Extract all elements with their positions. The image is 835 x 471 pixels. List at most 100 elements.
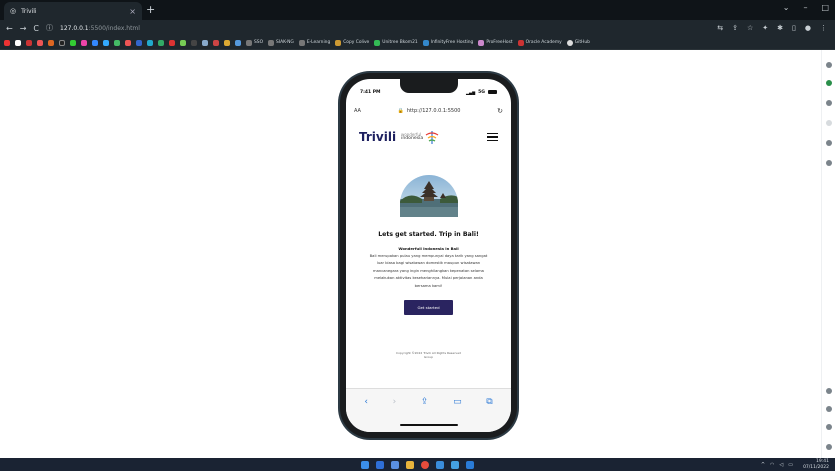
bookmark-icon[interactable] bbox=[224, 39, 230, 46]
site-footer: Copyright ©2022 Trivili All Rights Reser… bbox=[346, 351, 511, 359]
bookmark-item[interactable]: InfinityFree Hosting bbox=[422, 39, 474, 46]
wonderful-indonesia-logo: wonderful indonesia bbox=[401, 129, 439, 145]
bookmark-item[interactable]: Oracle Academy bbox=[517, 39, 562, 46]
window-controls: ⌄ – □ bbox=[783, 3, 829, 12]
share-icon[interactable]: ⇪ bbox=[421, 397, 429, 407]
browser-tab[interactable]: ◎ Trivili × bbox=[4, 2, 142, 20]
side-panel-icon[interactable] bbox=[826, 160, 832, 166]
folder-icon bbox=[268, 39, 275, 46]
system-tray: ^ ◠ ◁ ▭ bbox=[761, 462, 793, 468]
share-icon[interactable]: ⇪ bbox=[732, 24, 738, 32]
bookmark-label: ProFreeHost bbox=[486, 40, 513, 45]
side-panel-icon[interactable] bbox=[826, 100, 832, 106]
address-bar[interactable]: 127.0.0.1:5500/index.html bbox=[60, 25, 140, 32]
url-path: :5500/index.html bbox=[88, 24, 140, 32]
bookmark-icon[interactable] bbox=[92, 39, 98, 46]
bookmark-icon[interactable] bbox=[147, 39, 153, 46]
side-panel-icon[interactable] bbox=[826, 80, 832, 86]
forward-icon[interactable]: → bbox=[20, 24, 27, 33]
gear-icon[interactable] bbox=[826, 444, 832, 450]
bookmark-label: InfinityFree Hosting bbox=[430, 40, 474, 45]
minimize-button[interactable]: – bbox=[803, 3, 807, 12]
bookmark-icon[interactable] bbox=[15, 39, 21, 46]
bookmark-item[interactable]: Unitree Bkom21 bbox=[374, 39, 418, 46]
bookmark-icon[interactable] bbox=[125, 39, 131, 46]
file-explorer-icon[interactable] bbox=[406, 460, 414, 469]
side-panel-icon[interactable] bbox=[826, 120, 832, 126]
bookmark-icon[interactable] bbox=[136, 39, 142, 46]
profile-icon[interactable]: ● bbox=[805, 24, 811, 32]
bookmark-icon[interactable] bbox=[180, 39, 186, 46]
bookmark-icon[interactable] bbox=[114, 39, 120, 46]
vscode-icon[interactable] bbox=[436, 460, 444, 469]
get-started-button[interactable]: Get started bbox=[404, 300, 453, 316]
home-indicator bbox=[399, 423, 458, 426]
side-panel-icon[interactable] bbox=[826, 406, 832, 412]
bookmark-item[interactable]: GitHub bbox=[566, 39, 590, 46]
wifi-icon[interactable]: ◠ bbox=[770, 462, 774, 468]
bookmark-label: E-Learning bbox=[306, 40, 331, 45]
bookmark-icon[interactable] bbox=[81, 39, 87, 46]
info-icon[interactable]: ⓘ bbox=[46, 23, 53, 33]
close-tab-icon[interactable]: × bbox=[129, 7, 136, 16]
apps-icon[interactable] bbox=[4, 39, 10, 46]
bookmark-icon[interactable] bbox=[48, 39, 54, 46]
network-type: 5G bbox=[478, 89, 485, 95]
battery-icon[interactable]: ▭ bbox=[788, 462, 793, 468]
phone-screen: 7:41 PM ▂▄▆ 5G AA 🔒 http://127.0.0.1:5500… bbox=[346, 79, 511, 432]
bookmark-icon[interactable] bbox=[103, 39, 109, 46]
bookmark-label: Copy Colive bbox=[343, 40, 370, 45]
bookmark-icon[interactable] bbox=[213, 39, 219, 46]
bookmark-icon[interactable] bbox=[37, 39, 43, 46]
bookmark-item[interactable]: SSO bbox=[246, 39, 263, 46]
bookmark-icon[interactable] bbox=[70, 39, 76, 46]
extension-icon[interactable]: ✦ bbox=[762, 24, 768, 32]
search-icon[interactable] bbox=[376, 460, 384, 469]
app-icon[interactable] bbox=[451, 460, 459, 469]
bookmark-icon[interactable] bbox=[158, 39, 164, 46]
bookmark-icon[interactable] bbox=[59, 39, 65, 46]
tabs-icon[interactable]: ⧉ bbox=[486, 397, 492, 407]
sidebar-icon[interactable]: ▯ bbox=[792, 24, 796, 32]
side-panel-icon[interactable] bbox=[826, 388, 832, 394]
puzzle-icon[interactable]: ✱ bbox=[777, 24, 783, 32]
hamburger-menu-icon[interactable] bbox=[487, 131, 498, 144]
menu-icon[interactable]: ⋮ bbox=[820, 24, 827, 32]
text-size-button[interactable]: AA bbox=[354, 108, 361, 114]
bookmark-icon[interactable] bbox=[169, 39, 175, 46]
forward-icon[interactable]: › bbox=[393, 397, 397, 407]
site-logo[interactable]: Trivili bbox=[359, 130, 396, 144]
back-icon[interactable]: ← bbox=[6, 24, 13, 33]
safari-address-bar[interactable]: AA 🔒 http://127.0.0.1:5500 ↻ bbox=[354, 105, 503, 117]
reload-icon[interactable]: C bbox=[33, 24, 39, 33]
bookmark-item[interactable]: E-Learning bbox=[298, 39, 331, 46]
volume-icon[interactable]: ◁ bbox=[779, 462, 783, 468]
back-icon[interactable]: ‹ bbox=[364, 397, 368, 407]
task-view-icon[interactable] bbox=[391, 460, 399, 469]
chevron-up-icon[interactable]: ^ bbox=[761, 462, 765, 468]
clock[interactable]: 19:41 07/11/2022 bbox=[803, 459, 829, 470]
footer-link[interactable]: Group bbox=[346, 355, 511, 359]
chrome-icon[interactable] bbox=[421, 460, 429, 469]
new-tab-button[interactable]: + bbox=[146, 4, 155, 15]
bookmark-item[interactable]: Copy Colive bbox=[335, 39, 370, 46]
chevron-down-icon[interactable]: ⌄ bbox=[783, 3, 790, 12]
bookmark-item[interactable]: ProFreeHost bbox=[478, 39, 513, 46]
windows-start-icon[interactable] bbox=[361, 460, 369, 469]
safari-toolbar: ‹ › ⇪ ▭ ⧉ bbox=[346, 388, 511, 432]
bookmark-icon[interactable] bbox=[26, 39, 32, 46]
bookmarks-icon[interactable]: ▭ bbox=[453, 397, 462, 407]
bookmark-icon[interactable] bbox=[202, 39, 208, 46]
app-icon[interactable] bbox=[466, 460, 474, 469]
side-panel-icon[interactable] bbox=[826, 424, 832, 430]
bookmark-icon[interactable] bbox=[235, 39, 241, 46]
side-panel-icon[interactable] bbox=[826, 140, 832, 146]
phone-frame: 7:41 PM ▂▄▆ 5G AA 🔒 http://127.0.0.1:5500… bbox=[340, 73, 517, 438]
side-panel-icon[interactable] bbox=[826, 62, 832, 68]
maximize-button[interactable]: □ bbox=[821, 3, 829, 12]
reload-icon[interactable]: ↻ bbox=[497, 107, 503, 115]
translate-icon[interactable]: ⇆ bbox=[717, 24, 723, 32]
bookmark-item[interactable]: SIAK-NG bbox=[268, 39, 294, 46]
bookmark-icon[interactable] bbox=[191, 39, 197, 46]
star-icon[interactable]: ☆ bbox=[747, 24, 753, 32]
